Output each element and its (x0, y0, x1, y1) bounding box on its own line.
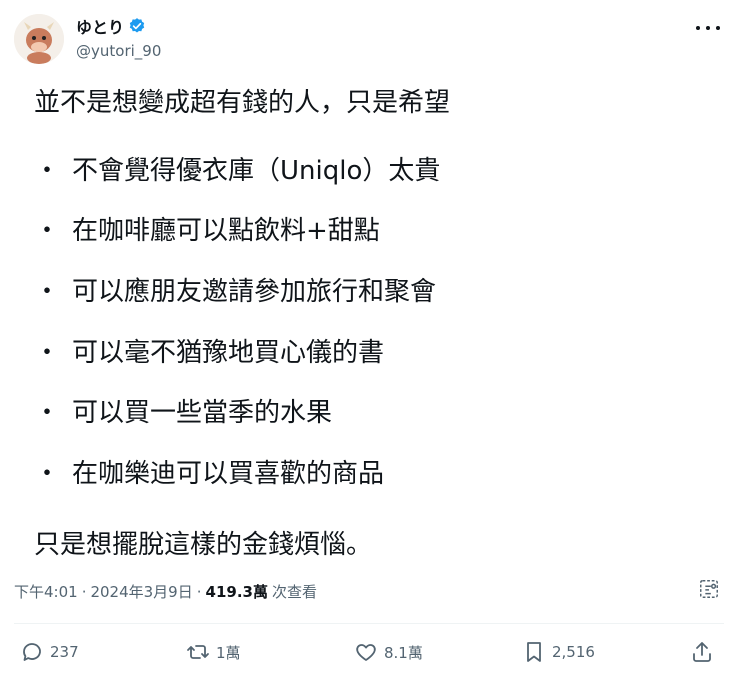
analytics-icon[interactable] (698, 578, 720, 600)
tweet-closing-line: 只是想擺脫這樣的金錢煩惱。 (34, 530, 373, 560)
tweet-intro-line: 並不是想變成超有錢的人，只是希望 (34, 88, 451, 118)
bullet-item: ・ 在咖樂迪可以買喜歡的商品 (34, 457, 384, 491)
bullet-item: ・ 可以應朋友邀請參加旅行和聚會 (34, 275, 436, 309)
heart-icon (356, 644, 376, 661)
bookmark-button[interactable]: 2,516 (522, 640, 595, 664)
bullet-item: ・ 不會覺得優衣庫（Uniqlo）太貴 (34, 154, 440, 188)
author-handle[interactable]: @yutori_90 (76, 42, 161, 60)
view-count: 419.3萬 (205, 583, 268, 601)
bullet-item: ・ 在咖啡廳可以點飲料+甜點 (34, 214, 380, 248)
author-display-name[interactable]: ゆとり (76, 14, 124, 38)
view-count-label: 次查看 (271, 583, 317, 601)
retweet-button[interactable]: 1萬 (186, 640, 241, 664)
like-count: 8.1萬 (384, 643, 423, 662)
divider (14, 623, 724, 624)
verified-badge-icon (129, 18, 145, 33)
more-dot-icon (706, 26, 710, 30)
bullet-text: 在咖樂迪可以買喜歡的商品 (72, 459, 385, 489)
bullet-item: ・ 可以買一些當季的水果 (34, 396, 332, 430)
bullet-dot: ・ (34, 277, 61, 307)
more-options-button[interactable] (696, 18, 720, 38)
bullet-dot: ・ (34, 216, 61, 246)
bullet-item: ・ 可以毫不猶豫地買心儀的書 (34, 336, 384, 370)
reply-button[interactable]: 237 (20, 640, 79, 664)
tweet-action-bar: 237 1萬 8.1萬 2,516 (0, 640, 738, 670)
share-button[interactable] (690, 640, 714, 664)
tweet-time[interactable]: 下午4:01 (14, 581, 78, 602)
avatar[interactable] (14, 14, 64, 64)
bullet-text: 可以買一些當季的水果 (72, 398, 333, 428)
bookmark-count: 2,516 (552, 643, 595, 661)
meta-separator: · (81, 582, 87, 601)
retweet-icon (187, 645, 209, 659)
retweet-count: 1萬 (216, 643, 241, 662)
tweet-meta: 下午4:01 · 2024年3月9日 · 419.3萬 次查看 (14, 581, 317, 602)
reply-count: 237 (50, 643, 79, 661)
bullet-dot: ・ (34, 338, 61, 368)
cartoon-cow-avatar-icon (14, 14, 64, 64)
author-name-row: ゆとり (76, 14, 146, 38)
bullet-text: 在咖啡廳可以點飲料+甜點 (72, 216, 380, 246)
share-icon (693, 642, 711, 662)
bookmark-icon (527, 642, 541, 662)
bullet-text: 可以毫不猶豫地買心儀的書 (72, 338, 385, 368)
meta-separator: · (196, 582, 202, 601)
like-button[interactable]: 8.1萬 (354, 640, 423, 664)
reply-icon (23, 643, 41, 661)
more-dot-icon (696, 26, 700, 30)
more-dot-icon (716, 26, 720, 30)
bullet-dot: ・ (34, 156, 61, 186)
bullet-dot: ・ (34, 398, 61, 428)
bullet-text: 可以應朋友邀請參加旅行和聚會 (72, 277, 437, 307)
bullet-dot: ・ (34, 459, 61, 489)
tweet-date[interactable]: 2024年3月9日 (90, 581, 192, 602)
bullet-text: 不會覺得優衣庫（Uniqlo）太貴 (72, 156, 441, 186)
